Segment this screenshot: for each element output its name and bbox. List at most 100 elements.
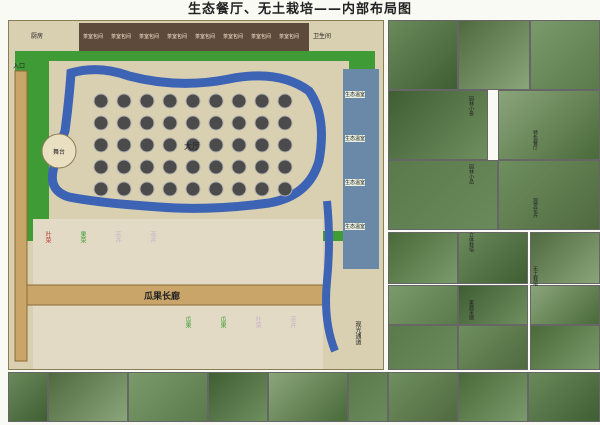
- room-label: 茶室包间: [251, 34, 272, 40]
- scene-photo: [128, 372, 208, 422]
- bed-label: 叶菜: [44, 231, 51, 243]
- greenhouse-label: 生态温室: [345, 223, 366, 230]
- wc-label: 卫生间: [313, 33, 332, 40]
- room-label: 茶室包间: [167, 34, 188, 40]
- greenhouse-label: 生态温室: [345, 179, 366, 186]
- dining-table: [231, 93, 247, 109]
- dining-table: [162, 93, 178, 109]
- dining-table: [116, 115, 132, 131]
- photo-caption: 特色餐厅: [532, 130, 538, 150]
- dining-table: [277, 137, 293, 153]
- dining-table: [93, 93, 109, 109]
- dining-table: [254, 93, 270, 109]
- scene-photo: [388, 232, 458, 284]
- dining-table: [139, 115, 155, 131]
- dining-table: [116, 159, 132, 175]
- dining-table: [139, 93, 155, 109]
- photo-caption: 观赏花卉: [532, 198, 538, 218]
- dining-table: [254, 115, 270, 131]
- photo-caption: 果蔬采摘: [468, 300, 474, 320]
- scene-photo: [528, 372, 600, 422]
- scene-photo: [530, 325, 600, 370]
- photo-caption: 立体栽培: [468, 232, 474, 252]
- bed-label: 瓜果: [219, 316, 226, 328]
- stage-label: 舞台: [53, 149, 66, 156]
- dining-table: [231, 115, 247, 131]
- scene-photo: [530, 232, 600, 284]
- dining-table: [93, 137, 109, 153]
- room-label: 茶室包间: [83, 34, 104, 40]
- scene-photo: [48, 372, 128, 422]
- scene-photo: [388, 325, 458, 370]
- right-greenhouses: [343, 69, 379, 269]
- page-title: 生态餐厅、无土栽培——内部布局图: [187, 2, 412, 17]
- dining-table: [139, 159, 155, 175]
- bed-label: 叶菜: [254, 316, 261, 328]
- scene-photo: [530, 20, 600, 90]
- dining-table: [208, 181, 224, 197]
- photo-caption: 无土栽培: [532, 266, 538, 286]
- dining-table: [185, 93, 201, 109]
- room-label: 茶室包间: [223, 34, 244, 40]
- entrance-label: 入口: [13, 63, 26, 70]
- scene-photo: [498, 90, 600, 160]
- dining-table: [162, 115, 178, 131]
- bed-label: 花卉: [289, 316, 296, 328]
- dining-table: [231, 159, 247, 175]
- dining-table: [139, 181, 155, 197]
- scene-photo: [388, 160, 498, 230]
- dining-table: [277, 159, 293, 175]
- dining-table: [116, 93, 132, 109]
- scene-photo: [458, 20, 530, 90]
- scene-photo: [8, 372, 48, 422]
- kitchen-label: 厨房: [31, 33, 44, 40]
- dining-table: [116, 137, 132, 153]
- scene-photo: [208, 372, 268, 422]
- hall-label: 大厅: [184, 142, 200, 151]
- dining-table: [254, 181, 270, 197]
- room-label: 茶室包间: [139, 34, 160, 40]
- scene-photo: [530, 285, 600, 325]
- dining-table: [116, 181, 132, 197]
- dining-table: [277, 115, 293, 131]
- dining-table: [93, 159, 109, 175]
- plan-drawing: [14, 23, 379, 369]
- dining-table: [208, 93, 224, 109]
- bed-label: 花卉: [114, 231, 121, 243]
- bed-label: 瓜果: [184, 316, 191, 328]
- dining-table: [277, 181, 293, 197]
- dining-table: [162, 159, 178, 175]
- scene-photo: [458, 325, 528, 370]
- bed-label: 果菜: [79, 231, 86, 243]
- dining-table: [185, 181, 201, 197]
- dining-table: [254, 137, 270, 153]
- dining-table: [208, 115, 224, 131]
- corridor-label: 瓜果长廊: [144, 292, 181, 302]
- dining-table: [185, 115, 201, 131]
- dining-table: [231, 181, 247, 197]
- layout-plan: 大厅 舞台 厨房 卫生间 入口 瓜果长廊 观光通道 茶室包间 茶室包间 茶室包间 茶室…: [8, 20, 384, 370]
- dining-table: [162, 181, 178, 197]
- dining-table: [93, 115, 109, 131]
- scene-photo: [498, 160, 600, 230]
- greenhouse-label: 生态温室: [345, 91, 366, 98]
- room-label: 茶室包间: [195, 34, 216, 40]
- dining-table: [93, 181, 109, 197]
- dining-table: [162, 137, 178, 153]
- room-label: 茶室包间: [279, 34, 300, 40]
- dining-table: [185, 159, 201, 175]
- dining-table: [208, 159, 224, 175]
- left-walk: [14, 70, 28, 362]
- greenhouse-label: 生态温室: [345, 135, 366, 142]
- dining-table: [231, 137, 247, 153]
- dining-table: [208, 137, 224, 153]
- photo-caption: 园林小品: [468, 164, 474, 184]
- right-path-label: 观光通道: [354, 321, 361, 345]
- scene-photo: [388, 285, 458, 325]
- scene-photo: [268, 372, 348, 422]
- dining-table: [139, 137, 155, 153]
- room-label: 茶室包间: [111, 34, 132, 40]
- scene-photo: [348, 372, 388, 422]
- scene-photo: [458, 372, 528, 422]
- scene-photo: [388, 372, 458, 422]
